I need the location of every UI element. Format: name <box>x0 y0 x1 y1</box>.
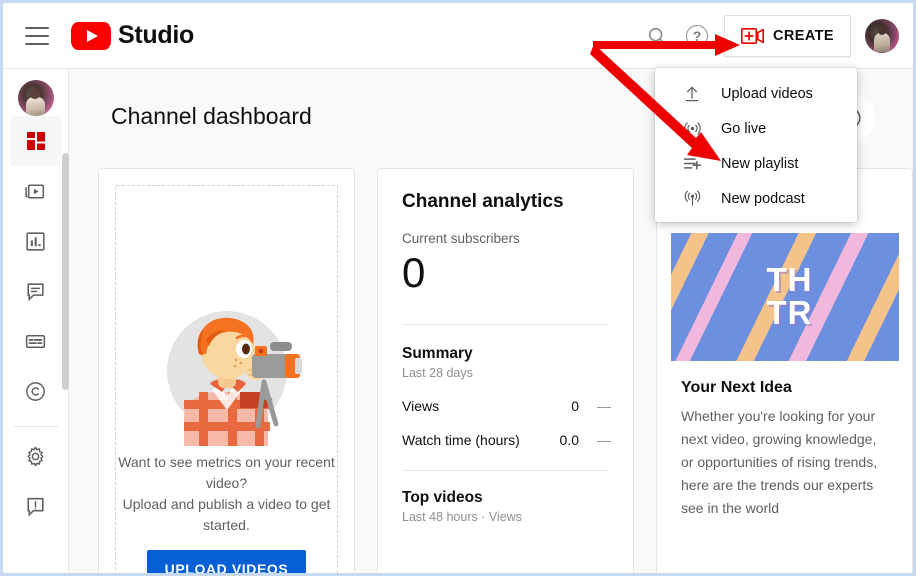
topbar-actions: ? CREATE <box>644 15 913 57</box>
create-button-label: CREATE <box>773 28 834 44</box>
menu-item-new-podcast[interactable]: New podcast <box>655 181 857 216</box>
playlist-add-icon <box>681 153 703 175</box>
copyright-icon <box>23 379 48 404</box>
channel-avatar[interactable] <box>18 80 54 116</box>
top-videos-title: Top videos <box>402 489 609 507</box>
sidebar-scrollbar[interactable] <box>62 153 69 390</box>
sidebar-item-settings[interactable] <box>11 431 61 481</box>
videographer-illustration <box>152 296 302 446</box>
dashboard-grid-icon <box>24 129 48 153</box>
feedback-icon <box>23 494 48 519</box>
news-thumbnail[interactable]: THTR <box>671 233 899 361</box>
sidebar-divider <box>13 426 59 427</box>
news-item-title[interactable]: Your Next Idea <box>657 361 912 397</box>
menu-item-go-live[interactable]: Go live <box>655 111 857 146</box>
analytics-card-title: Channel analytics <box>402 191 609 213</box>
upload-arrow-icon <box>681 83 703 105</box>
help-circle-icon[interactable]: ? <box>684 23 710 49</box>
subscribers-label: Current subscribers <box>402 231 609 246</box>
metric-value: 0 <box>571 398 579 414</box>
metric-trend: — <box>597 432 609 448</box>
gear-icon <box>23 444 48 469</box>
upload-message-line-2: Upload and publish a video to get starte… <box>116 494 337 536</box>
youtube-play-logo <box>71 22 111 50</box>
summary-period: Last 28 days <box>402 366 609 380</box>
search-icon[interactable] <box>644 23 670 49</box>
metric-label: Watch time (hours) <box>402 432 560 448</box>
sidebar-item-dashboard[interactable] <box>11 116 61 166</box>
dashboard-cards: Want to see metrics on your recent video… <box>69 168 913 576</box>
summary-title: Summary <box>402 345 609 363</box>
youtube-studio-window: Studio ? CREATE <box>0 0 916 576</box>
metric-value: 0.0 <box>560 432 579 448</box>
sidebar-item-send-feedback[interactable] <box>11 481 61 531</box>
upload-message-line-1: Want to see metrics on your recent video… <box>116 452 337 494</box>
top-navigation-bar: Studio ? CREATE <box>3 3 913 69</box>
hamburger-menu-icon[interactable] <box>25 27 49 45</box>
upload-dropzone[interactable]: Want to see metrics on your recent video… <box>115 185 338 576</box>
avatar[interactable] <box>865 19 899 53</box>
video-plus-icon <box>741 28 764 44</box>
table-row: Watch time (hours) 0.0 — <box>402 432 609 448</box>
sidebar-item-content[interactable] <box>11 166 61 216</box>
sidebar-item-comments[interactable] <box>11 266 61 316</box>
subscribers-value: 0 <box>402 248 609 298</box>
metric-trend: — <box>597 398 609 414</box>
comments-bubble-icon <box>23 279 48 304</box>
menu-item-label: New podcast <box>721 191 805 207</box>
left-sidebar <box>3 69 69 576</box>
broadcast-icon <box>681 118 703 140</box>
divider <box>402 470 609 471</box>
thumbnail-text: THTR <box>767 263 813 329</box>
top-videos-period: Last 48 hours · Views <box>402 510 609 524</box>
sidebar-item-copyright[interactable] <box>11 366 61 416</box>
news-card: News THTR Your Next Idea Whether you're … <box>656 168 913 576</box>
divider <box>402 324 609 325</box>
brand-name: Studio <box>118 21 194 50</box>
upload-card-message: Want to see metrics on your recent video… <box>116 452 337 536</box>
sidebar-item-analytics[interactable] <box>11 216 61 266</box>
subtitles-icon <box>23 329 48 354</box>
channel-analytics-card: Channel analytics Current subscribers 0 … <box>377 168 634 576</box>
upload-videos-button[interactable]: UPLOAD VIDEOS <box>147 550 307 576</box>
menu-item-label: Upload videos <box>721 86 813 102</box>
create-button[interactable]: CREATE <box>724 15 851 57</box>
menu-item-label: Go live <box>721 121 766 137</box>
podcast-icon <box>681 188 703 210</box>
metric-label: Views <box>402 398 571 414</box>
create-dropdown-menu: Upload videos Go live New <box>655 68 857 222</box>
table-row: Views 0 — <box>402 398 609 414</box>
upload-video-card: Want to see metrics on your recent video… <box>98 168 355 576</box>
menu-item-new-playlist[interactable]: New playlist <box>655 146 857 181</box>
analytics-bar-icon <box>23 229 48 254</box>
studio-logo[interactable]: Studio <box>71 21 194 50</box>
menu-item-label: New playlist <box>721 156 798 172</box>
news-item-body: Whether you're looking for your next vid… <box>657 397 912 520</box>
content-video-icon <box>23 179 48 204</box>
menu-item-upload-videos[interactable]: Upload videos <box>655 76 857 111</box>
sidebar-item-subtitles[interactable] <box>11 316 61 366</box>
